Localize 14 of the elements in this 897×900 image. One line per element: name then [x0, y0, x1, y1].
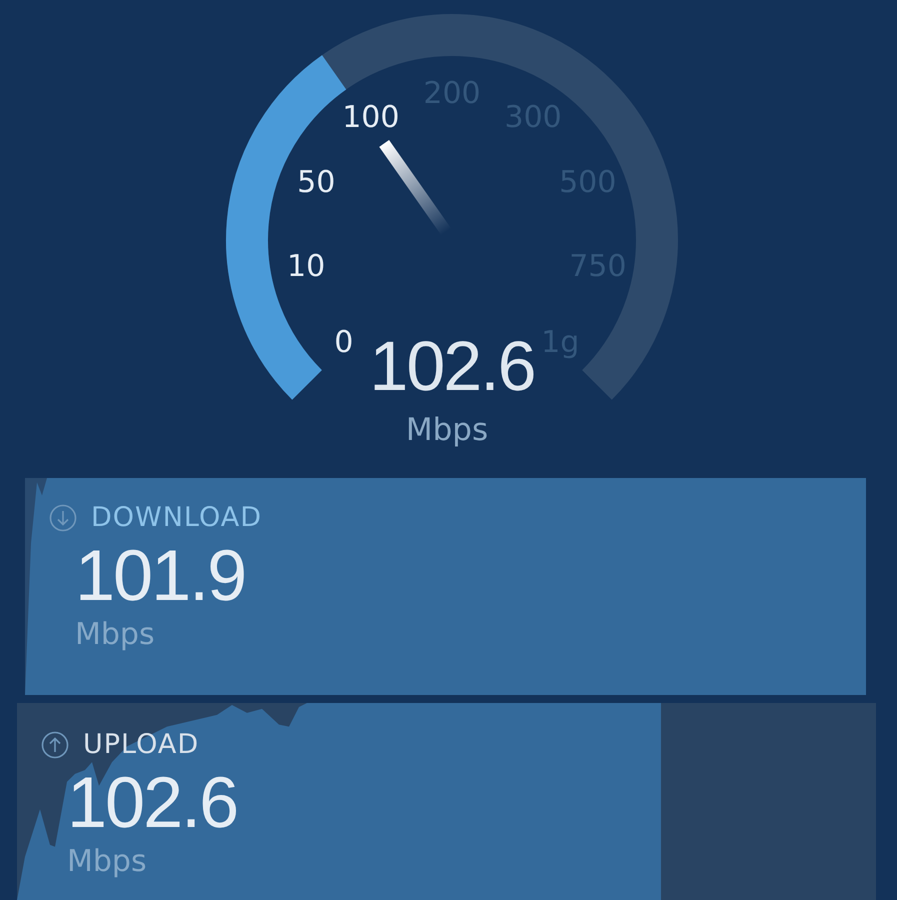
speed-reading: 102.6	[369, 327, 535, 405]
arrow-down-circle-icon	[49, 504, 77, 532]
unit-label: Mbps	[406, 412, 488, 448]
result-label: DOWNLOAD	[91, 502, 262, 533]
scale-label: 10	[287, 249, 326, 284]
speed-value: 102.6	[67, 762, 238, 844]
unit-label: Mbps	[67, 844, 147, 879]
result-label: UPLOAD	[83, 729, 200, 760]
scale-label: 100	[342, 100, 400, 136]
unit-label: Mbps	[75, 617, 155, 652]
scale-label: 50	[297, 164, 336, 200]
arrow-up-circle-icon	[41, 730, 69, 758]
speed-value: 101.9	[75, 535, 246, 617]
scale-label: 0	[334, 324, 354, 360]
